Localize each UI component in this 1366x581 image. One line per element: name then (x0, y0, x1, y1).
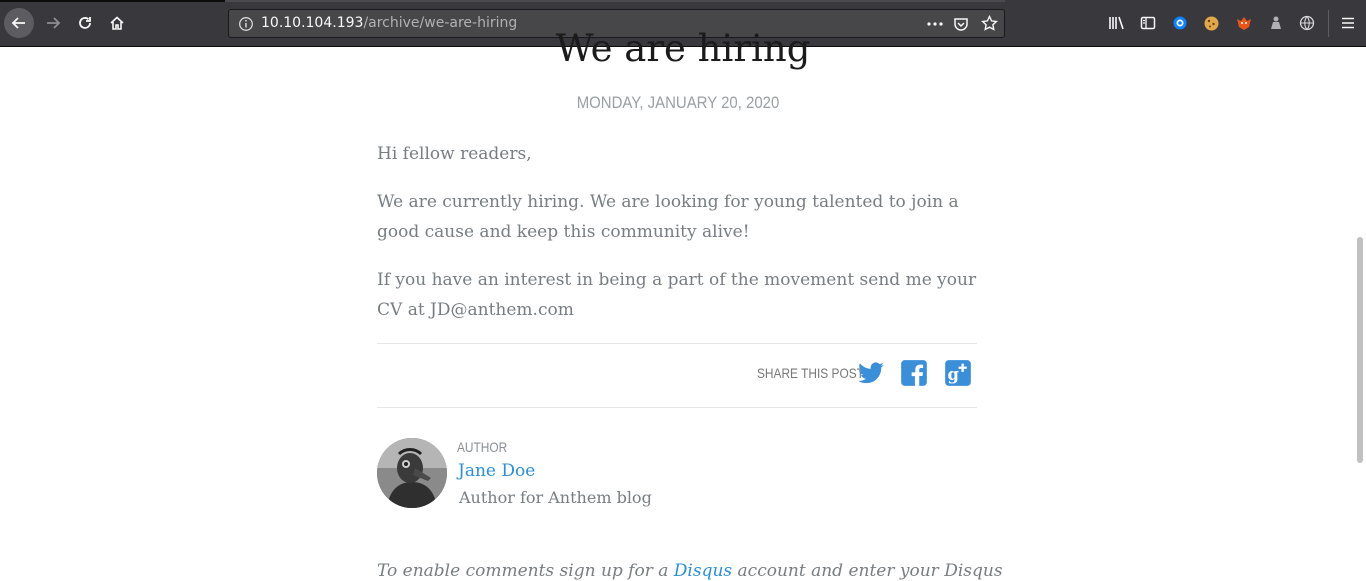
post-title: We are hiring (555, 27, 811, 70)
active-tab-indicator (225, 0, 1005, 2)
comments-suffix: account and enter your Disqus (732, 561, 1003, 581)
comments-notice: To enable comments sign up for a Disqus … (377, 561, 1003, 581)
post-paragraph: Hi fellow readers, (377, 144, 532, 164)
author-avatar[interactable] (377, 438, 447, 508)
author-name-link[interactable]: Jane Doe (458, 461, 535, 481)
post-date: MONDAY, JANUARY 20, 2020 (576, 93, 780, 112)
tab-strip (0, 0, 225, 2)
disqus-link[interactable]: Disqus (674, 561, 732, 581)
comments-prefix: To enable comments sign up for a (377, 561, 674, 581)
plague-doctor-avatar-image (377, 438, 447, 508)
post-paragraph: If you have an interest in being a part … (377, 270, 977, 320)
divider (377, 407, 977, 408)
divider (377, 343, 977, 344)
author-label: AUTHOR (457, 439, 508, 455)
twitter-icon[interactable] (857, 359, 885, 387)
author-bio: Author for Anthem blog (459, 488, 652, 507)
share-label: SHARE THIS POST (757, 365, 864, 381)
google-plus-icon[interactable]: g (944, 359, 972, 387)
facebook-icon[interactable] (900, 359, 928, 387)
scrollbar-thumb[interactable] (1357, 237, 1363, 463)
svg-text:g: g (948, 365, 960, 384)
post-paragraph: We are currently hiring. We are looking … (377, 192, 959, 242)
scrollbar[interactable] (1354, 47, 1366, 574)
